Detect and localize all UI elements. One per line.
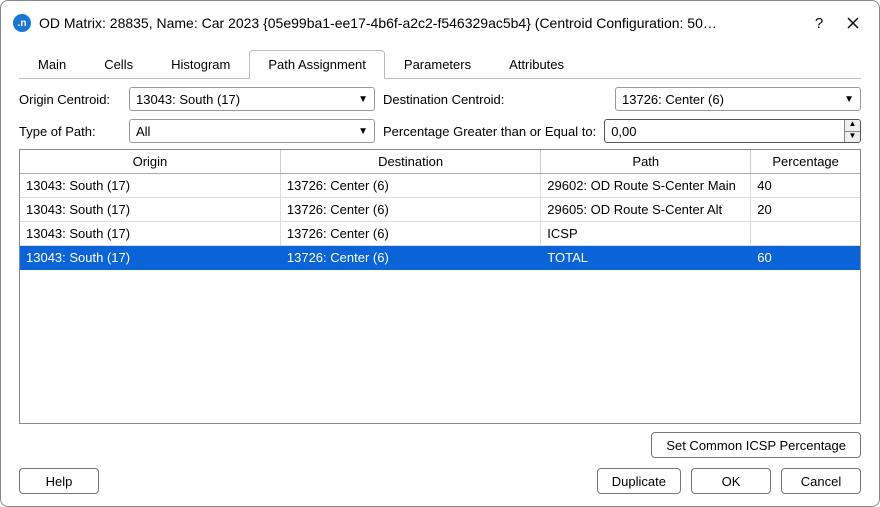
spin-up[interactable]: ▲ <box>844 120 860 132</box>
type-of-path-value: All <box>136 124 354 139</box>
cell-origin: 13043: South (17) <box>20 222 280 246</box>
pct-ge-input[interactable]: 0,00 ▲ ▼ <box>604 119 861 143</box>
table-filler <box>20 270 860 423</box>
dest-centroid-label: Destination Centroid: <box>383 92 504 107</box>
dest-centroid-combo[interactable]: 13726: Center (6) ▼ <box>615 87 861 111</box>
bottom-button-row: Help Duplicate OK Cancel <box>19 468 861 494</box>
col-header[interactable]: Percentage <box>751 150 860 174</box>
help-titlebar-button[interactable]: ? <box>805 9 833 37</box>
cell-pct: 60 <box>751 246 860 270</box>
chevron-down-icon: ▼ <box>358 126 368 137</box>
table-header-row: OriginDestinationPathPercentage <box>20 150 860 174</box>
cell-pct <box>751 222 860 246</box>
window-title: OD Matrix: 28835, Name: Car 2023 {05e99b… <box>39 15 799 31</box>
cell-dest: 13726: Center (6) <box>280 198 540 222</box>
dialog-content: MainCellsHistogramPath AssignmentParamet… <box>1 45 879 506</box>
paths-table: OriginDestinationPathPercentage 13043: S… <box>20 150 860 270</box>
duplicate-button[interactable]: Duplicate <box>597 468 681 494</box>
table-row[interactable]: 13043: South (17)13726: Center (6)TOTAL6… <box>20 246 860 270</box>
tab-main[interactable]: Main <box>19 50 85 79</box>
cell-path: ICSP <box>541 222 751 246</box>
tab-path-assignment[interactable]: Path Assignment <box>249 50 385 79</box>
tab-histogram[interactable]: Histogram <box>152 50 249 79</box>
col-header[interactable]: Path <box>541 150 751 174</box>
origin-centroid-label: Origin Centroid: <box>19 92 121 107</box>
cell-path: 29602: OD Route S-Center Main <box>541 174 751 198</box>
spin-down[interactable]: ▼ <box>844 132 860 143</box>
type-of-path-combo[interactable]: All ▼ <box>129 119 375 143</box>
titlebar: .n OD Matrix: 28835, Name: Car 2023 {05e… <box>1 1 879 45</box>
tab-parameters[interactable]: Parameters <box>385 50 490 79</box>
cell-pct: 20 <box>751 198 860 222</box>
cell-origin: 13043: South (17) <box>20 246 280 270</box>
app-icon: .n <box>13 14 31 32</box>
type-of-path-label: Type of Path: <box>19 124 121 139</box>
pct-ge-value: 0,00 <box>605 124 844 139</box>
row-centroids: Origin Centroid: 13043: South (17) ▼ Des… <box>19 87 861 111</box>
col-header[interactable]: Origin <box>20 150 280 174</box>
spinner: ▲ ▼ <box>844 120 860 142</box>
set-icsp-button[interactable]: Set Common ICSP Percentage <box>651 432 861 458</box>
cell-pct: 40 <box>751 174 860 198</box>
pct-ge-label: Percentage Greater than or Equal to: <box>383 124 596 139</box>
cell-dest: 13726: Center (6) <box>280 174 540 198</box>
cell-path: 29605: OD Route S-Center Alt <box>541 198 751 222</box>
help-button[interactable]: Help <box>19 468 99 494</box>
cell-path: TOTAL <box>541 246 751 270</box>
chevron-down-icon: ▼ <box>844 94 854 105</box>
dest-centroid-value: 13726: Center (6) <box>622 92 840 107</box>
table-row[interactable]: 13043: South (17)13726: Center (6)29602:… <box>20 174 860 198</box>
ok-button[interactable]: OK <box>691 468 771 494</box>
origin-centroid-value: 13043: South (17) <box>136 92 354 107</box>
chevron-down-icon: ▼ <box>358 94 368 105</box>
cell-origin: 13043: South (17) <box>20 198 280 222</box>
tab-bar: MainCellsHistogramPath AssignmentParamet… <box>19 49 861 79</box>
tab-cells[interactable]: Cells <box>85 50 152 79</box>
cancel-button[interactable]: Cancel <box>781 468 861 494</box>
close-icon <box>847 17 859 29</box>
dialog-window: .n OD Matrix: 28835, Name: Car 2023 {05e… <box>0 0 880 507</box>
table-body: 13043: South (17)13726: Center (6)29602:… <box>20 174 860 270</box>
cell-dest: 13726: Center (6) <box>280 246 540 270</box>
cell-origin: 13043: South (17) <box>20 174 280 198</box>
tab-attributes[interactable]: Attributes <box>490 50 583 79</box>
col-header[interactable]: Destination <box>280 150 540 174</box>
table-row[interactable]: 13043: South (17)13726: Center (6)29605:… <box>20 198 860 222</box>
cell-dest: 13726: Center (6) <box>280 222 540 246</box>
close-button[interactable] <box>839 9 867 37</box>
paths-table-wrap: OriginDestinationPathPercentage 13043: S… <box>19 149 861 424</box>
origin-centroid-combo[interactable]: 13043: South (17) ▼ <box>129 87 375 111</box>
table-row[interactable]: 13043: South (17)13726: Center (6)ICSP <box>20 222 860 246</box>
row-type-pct: Type of Path: All ▼ Percentage Greater t… <box>19 119 861 143</box>
action-row: Set Common ICSP Percentage <box>19 432 861 458</box>
